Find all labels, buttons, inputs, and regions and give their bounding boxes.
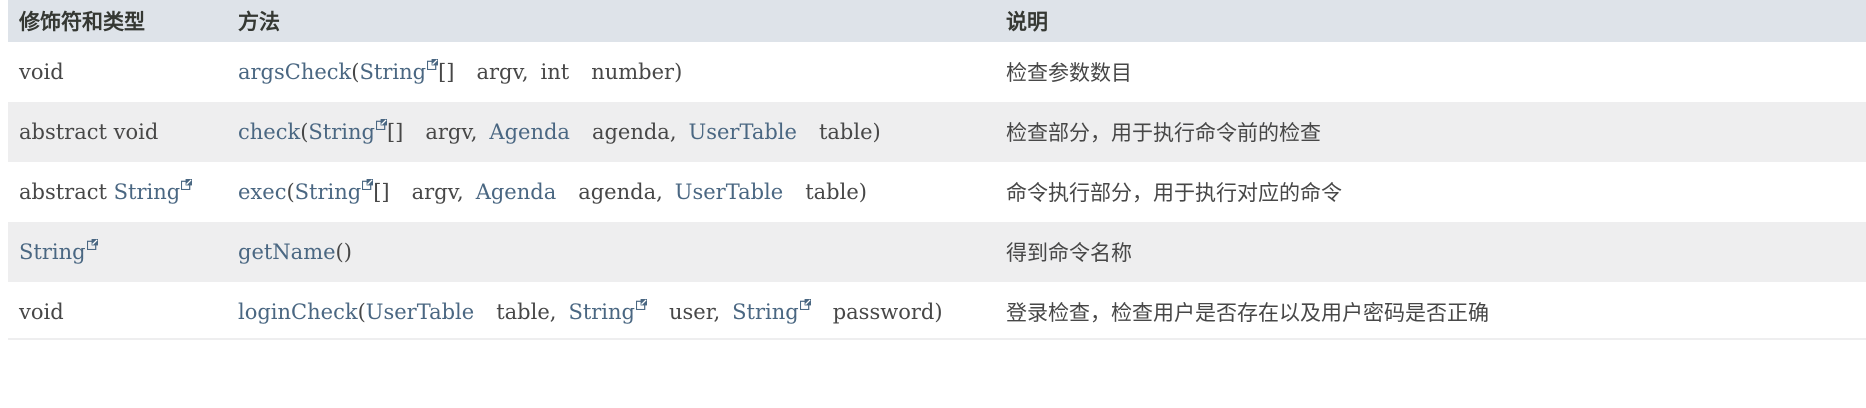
array-brackets: [] <box>438 60 455 84</box>
paren-open: ( <box>286 180 295 204</box>
array-brackets: [] <box>386 120 404 144</box>
type-link-string[interactable]: String <box>732 300 799 324</box>
paren-open: ( <box>351 60 360 84</box>
type-link-string[interactable]: String <box>114 180 181 204</box>
paren-open: ( <box>357 300 366 324</box>
external-link-icon <box>427 59 439 70</box>
type-link-string[interactable]: String <box>295 180 362 204</box>
external-link-icon <box>86 239 98 250</box>
modifier-type: void <box>19 300 64 324</box>
param-name: table, <box>496 300 557 324</box>
method-signature: loginCheck(UserTable table, String user, Str… <box>238 299 943 324</box>
method-signature: check(String[] argv, Agenda agenda, UserTabl… <box>238 119 881 144</box>
param-name: agenda, <box>578 180 663 204</box>
type-link-string[interactable]: String <box>360 60 427 84</box>
modifier-type: abstract String <box>19 179 193 204</box>
table-row: void argsCheck(String [] argv, int number) 检… <box>8 42 1866 102</box>
param-type: int <box>540 60 570 84</box>
type-link-usertable[interactable]: UserTable <box>366 300 474 324</box>
param-name: user, <box>669 300 721 324</box>
type-link-string[interactable]: String <box>568 300 635 324</box>
table-bottom-border <box>8 338 1866 340</box>
type-link-string[interactable]: String <box>308 120 375 144</box>
external-link-icon <box>799 299 811 310</box>
method-description: 检查参数数目 <box>1006 61 1132 85</box>
method-link-argscheck[interactable]: argsCheck <box>238 60 351 84</box>
param-name: password) <box>832 300 943 324</box>
param-name: argv, <box>425 120 478 144</box>
method-summary-table: 修饰符和类型 方法 说明 void argsCheck(String[] argv… <box>8 0 1866 342</box>
method-signature: getName() <box>238 240 352 264</box>
method-signature: argsCheck(String [] argv, int number) <box>238 59 683 84</box>
modifier-type: void <box>19 60 64 84</box>
external-link-icon <box>181 179 193 190</box>
type-link-agenda[interactable]: Agenda <box>476 180 557 204</box>
param-name: table) <box>818 120 881 144</box>
method-link-getname[interactable]: getName <box>238 240 336 264</box>
method-description: 登录检查，检查用户是否存在以及用户密码是否正确 <box>1006 301 1489 325</box>
type-link-agenda[interactable]: Agenda <box>489 120 570 144</box>
external-link-icon <box>375 119 387 130</box>
modifier-keyword: abstract <box>19 180 107 204</box>
header-modifier-type: 修饰符和类型 <box>19 10 145 34</box>
table-row: String getName() 得到命令名称 <box>8 222 1866 282</box>
array-brackets: [] <box>373 180 390 204</box>
param-name: argv, <box>411 180 464 204</box>
external-link-icon <box>362 179 374 190</box>
type-link-usertable[interactable]: UserTable <box>689 120 797 144</box>
type-link-string[interactable]: String <box>19 240 86 264</box>
external-link-icon <box>636 299 647 310</box>
param-name: agenda, <box>591 120 677 144</box>
param-name: number) <box>591 60 683 84</box>
param-name: table) <box>805 180 867 204</box>
modifier-type: String <box>19 239 98 264</box>
method-link-exec[interactable]: exec <box>238 180 286 204</box>
type-link-usertable[interactable]: UserTable <box>675 180 783 204</box>
param-name: argv, <box>476 60 529 84</box>
table-row: abstract void check(String[] argv, Agenda a… <box>8 102 1866 162</box>
header-description: 说明 <box>1006 10 1048 34</box>
table-row: abstract String exec(String[] argv, Agenda… <box>8 162 1866 222</box>
params-empty: () <box>335 240 352 264</box>
table-row: void loginCheck(UserTable table, String use… <box>8 282 1866 342</box>
method-link-logincheck[interactable]: loginCheck <box>238 300 358 324</box>
method-description: 命令执行部分，用于执行对应的命令 <box>1006 181 1342 205</box>
method-signature: exec(String [] argv, Agenda agenda, UserTable… <box>238 179 867 204</box>
method-description: 得到命令名称 <box>1006 241 1132 265</box>
method-link-check[interactable]: check <box>238 120 300 144</box>
table-header: 修饰符和类型 方法 说明 <box>8 0 1866 42</box>
method-description: 检查部分，用于执行命令前的检查 <box>1006 121 1321 145</box>
modifier-type: abstract void <box>19 120 159 144</box>
header-method: 方法 <box>238 10 280 34</box>
